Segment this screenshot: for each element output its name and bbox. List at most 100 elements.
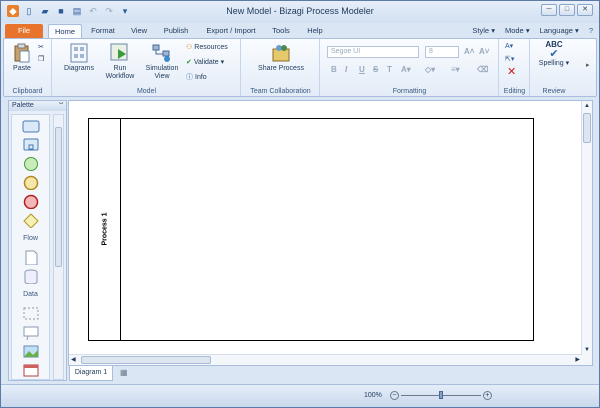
tab-publish[interactable]: Publish bbox=[157, 24, 195, 38]
zoom-level: 100% bbox=[364, 392, 382, 399]
pool-header[interactable]: Process 1 bbox=[89, 119, 121, 340]
cut-icon[interactable]: ✂ bbox=[38, 43, 44, 52]
zoom-out-icon[interactable]: − bbox=[389, 391, 399, 400]
window-title: New Model - Bizagi Process Modeler bbox=[226, 6, 374, 16]
checkmark-icon: ✔ bbox=[549, 48, 559, 60]
tab-file[interactable]: File bbox=[5, 24, 43, 38]
scroll-right-icon[interactable]: ▶ bbox=[575, 356, 580, 363]
tab-help[interactable]: Help bbox=[300, 24, 330, 38]
font-family-select[interactable]: Segoe UI bbox=[327, 46, 419, 58]
start-event-icon[interactable] bbox=[20, 156, 42, 171]
font-size-icon[interactable]: T bbox=[387, 65, 392, 74]
italic-icon[interactable]: I bbox=[345, 65, 347, 74]
select-icon[interactable]: ⇱▾ bbox=[505, 55, 514, 64]
shrink-font-icon[interactable]: A˅ bbox=[479, 47, 489, 56]
ribbon: Paste ✂ ❐ Clipboard Diagrams Run Workflo… bbox=[3, 38, 597, 97]
strikethrough-icon[interactable]: S bbox=[373, 65, 378, 74]
tab-tools[interactable]: Tools bbox=[266, 24, 296, 38]
underline-icon[interactable]: U bbox=[359, 65, 365, 74]
image-shape-icon[interactable] bbox=[20, 344, 42, 359]
annotation-icon[interactable] bbox=[20, 325, 42, 340]
maximize-button[interactable]: □ bbox=[559, 4, 575, 16]
scroll-down-icon[interactable]: ▼ bbox=[584, 347, 590, 353]
paste-button[interactable]: Paste bbox=[10, 43, 34, 73]
share-process-icon bbox=[272, 45, 290, 62]
grow-font-icon[interactable]: A˄ bbox=[464, 47, 474, 56]
clipboard-group: Paste ✂ ❐ Clipboard bbox=[4, 39, 52, 96]
model-label: Model bbox=[136, 88, 157, 95]
language-menu[interactable]: Language ▾ bbox=[540, 24, 579, 37]
team-collaboration-label: Team Collaboration bbox=[250, 88, 311, 95]
zoom-in-icon[interactable]: + bbox=[482, 391, 492, 400]
palette-shapes: Flow Data bbox=[11, 114, 50, 380]
run-label-1: Run bbox=[113, 65, 127, 72]
mode-menu[interactable]: Mode ▾ bbox=[505, 24, 530, 37]
gateway-shape-icon[interactable] bbox=[20, 213, 42, 228]
subprocess-shape-icon[interactable] bbox=[20, 137, 42, 152]
resources-label: Resources bbox=[194, 44, 228, 51]
formatting-label: Formatting bbox=[392, 88, 427, 95]
diagrams-button[interactable]: Diagrams bbox=[59, 43, 99, 73]
font-color-icon[interactable]: A▾ bbox=[401, 65, 411, 74]
zoom-slider-thumb[interactable] bbox=[438, 390, 443, 399]
spelling-button[interactable]: ABC ✔ Spelling ▾ bbox=[535, 41, 573, 68]
run-workflow-icon bbox=[110, 43, 128, 61]
run-workflow-button[interactable]: Run Workflow bbox=[100, 43, 140, 81]
palette-title: Palette bbox=[12, 102, 34, 109]
diagram-canvas[interactable]: Process 1 ▲ ▼ ◀ ▶ bbox=[68, 100, 593, 366]
ribbon-scroll-icon[interactable]: ▸ bbox=[586, 61, 590, 70]
header-shape-icon[interactable] bbox=[20, 363, 42, 378]
bold-icon[interactable]: B bbox=[331, 65, 337, 74]
scroll-left-icon[interactable]: ◀ bbox=[71, 356, 76, 363]
help-icon[interactable]: ? bbox=[589, 24, 593, 37]
pin-icon[interactable]: ⵯ bbox=[59, 101, 63, 111]
pool-name: Process 1 bbox=[101, 212, 109, 246]
find-icon[interactable]: A▾ bbox=[505, 42, 513, 51]
tab-export-import[interactable]: Export / Import bbox=[200, 24, 262, 38]
info-button[interactable]: ⓘ Info bbox=[186, 73, 207, 82]
style-label: Style bbox=[472, 26, 490, 35]
run-label-2: Workflow bbox=[105, 73, 135, 80]
canvas-vertical-scrollbar[interactable]: ▲ ▼ bbox=[581, 101, 592, 365]
clear-format-icon[interactable]: ⌫ bbox=[477, 65, 488, 74]
canvas-vscroll-thumb[interactable] bbox=[583, 113, 591, 143]
palette-scroll-thumb[interactable] bbox=[55, 127, 62, 267]
diagram-tabs: Diagram 1 ▦ bbox=[68, 366, 593, 382]
canvas-hscroll-thumb[interactable] bbox=[81, 356, 211, 364]
canvas-horizontal-scrollbar[interactable]: ◀ ▶ bbox=[69, 354, 582, 365]
minimize-button[interactable]: ─ bbox=[541, 4, 557, 16]
data-object-icon[interactable] bbox=[20, 250, 42, 265]
new-diagram-icon[interactable]: ▦ bbox=[120, 368, 128, 377]
validate-icon: ✔ bbox=[186, 59, 192, 66]
delete-icon[interactable]: ✕ bbox=[507, 67, 516, 78]
resources-button[interactable]: ⚇ Resources bbox=[186, 43, 228, 52]
zoom-slider[interactable] bbox=[400, 390, 481, 399]
font-size-select[interactable]: 8 bbox=[425, 46, 459, 58]
intermediate-event-icon[interactable] bbox=[20, 175, 42, 190]
fill-color-icon[interactable]: ◇▾ bbox=[425, 65, 435, 74]
palette-scrollbar[interactable] bbox=[53, 114, 64, 380]
validate-button[interactable]: ✔ Validate ▾ bbox=[186, 58, 224, 67]
end-event-icon[interactable] bbox=[20, 194, 42, 209]
scroll-up-icon[interactable]: ▲ bbox=[584, 103, 590, 109]
group-shape-icon[interactable] bbox=[20, 306, 42, 321]
pool-process-1[interactable]: Process 1 bbox=[88, 118, 534, 341]
zoom-control: 100% − + bbox=[364, 390, 492, 400]
close-button[interactable]: ✕ bbox=[577, 4, 593, 16]
tab-home[interactable]: Home bbox=[48, 24, 82, 39]
align-icon[interactable]: ≡▾ bbox=[451, 65, 460, 74]
tab-diagram-1[interactable]: Diagram 1 bbox=[69, 366, 113, 381]
team-collaboration-group: Share Process Team Collaboration bbox=[242, 39, 320, 96]
data-store-icon[interactable] bbox=[20, 269, 42, 284]
font-value: Segoe UI bbox=[331, 48, 361, 55]
application-window: ◆ ▯ ▰ ■ ▤ ↶ ↷ ▾ New Model - Bizagi Proce… bbox=[0, 0, 600, 408]
simulation-view-button[interactable]: Simulation View bbox=[142, 43, 182, 81]
tab-view[interactable]: View bbox=[124, 24, 154, 38]
share-process-label: Share Process bbox=[258, 65, 304, 72]
share-process-button[interactable]: Share Process bbox=[248, 43, 314, 73]
style-menu[interactable]: Style ▾ bbox=[472, 24, 495, 37]
task-shape-icon[interactable] bbox=[20, 119, 42, 134]
copy-icon[interactable]: ❐ bbox=[38, 55, 44, 64]
tab-format[interactable]: Format bbox=[86, 24, 120, 38]
window-controls: ─ □ ✕ bbox=[541, 4, 593, 16]
